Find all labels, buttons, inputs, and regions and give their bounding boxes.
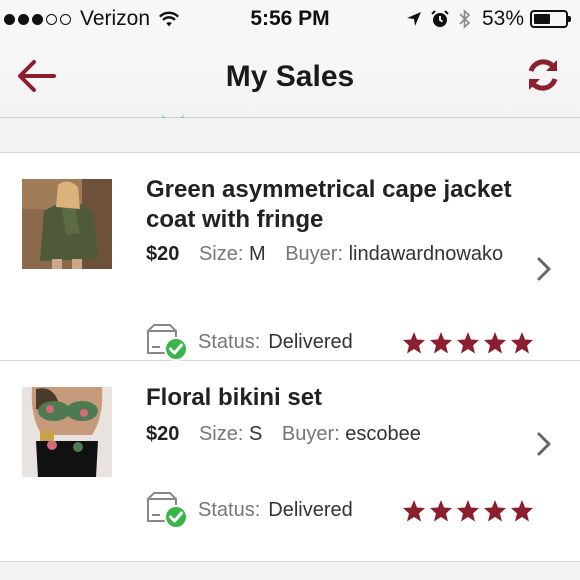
star-icon — [430, 500, 452, 522]
list-header-spacer — [0, 118, 580, 153]
refresh-icon[interactable] — [524, 56, 562, 94]
delivered-package-icon — [147, 492, 188, 529]
star-icon — [511, 332, 533, 354]
status-bar: Verizon 5:56 PM 53% — [0, 0, 580, 40]
buyer-label: Buyer: — [281, 423, 340, 445]
status-value: Delivered — [268, 498, 353, 521]
delivered-package-icon — [147, 324, 188, 361]
alarm-clock-icon — [431, 10, 449, 27]
sale-list-item[interactable]: Floral bikini set $20 Size: S Buyer: esc… — [0, 361, 580, 562]
item-price: $20 — [146, 423, 180, 445]
rating-stars — [399, 499, 534, 523]
product-thumbnail — [22, 387, 112, 477]
chevron-right-icon[interactable] — [536, 256, 552, 282]
star-icon — [403, 500, 425, 522]
status-icons: 53% — [398, 7, 571, 31]
item-details: $20 Size: M Buyer: lindawardnowako — [146, 243, 503, 266]
product-thumbnail — [22, 179, 112, 269]
status-label: Status: — [198, 498, 261, 521]
battery-percentage: 53% — [481, 7, 524, 30]
item-size: S — [248, 423, 263, 445]
sales-list: Green asymmetrical cape jacket coat with… — [0, 118, 580, 562]
star-icon — [457, 332, 479, 354]
status-line: Status: Delivered — [146, 491, 353, 529]
star-icon — [403, 332, 425, 354]
item-details: $20 Size: S Buyer: escobee — [146, 423, 421, 446]
sale-list-item[interactable]: Green asymmetrical cape jacket coat with… — [0, 153, 580, 361]
item-price: $20 — [146, 243, 180, 265]
bluetooth-icon — [459, 9, 471, 29]
location-arrow-icon — [406, 12, 421, 26]
chevron-right-icon[interactable] — [536, 431, 552, 457]
buyer-label: Buyer: — [285, 243, 344, 265]
item-size: M — [248, 243, 266, 265]
item-title: Green asymmetrical cape jacket coat with… — [146, 176, 512, 233]
status-label: Status: — [198, 330, 261, 353]
status-line: Status: Delivered — [146, 323, 353, 361]
size-label: Size: — [198, 423, 244, 445]
item-title: Floral bikini set — [146, 384, 323, 411]
star-icon — [430, 332, 452, 354]
buyer-username: escobee — [345, 423, 421, 445]
battery-icon — [530, 10, 571, 28]
page-title: My Sales — [225, 60, 355, 93]
buyer-username: lindawardnowako — [348, 243, 504, 265]
star-icon — [457, 500, 479, 522]
size-label: Size: — [198, 243, 244, 265]
star-icon — [484, 500, 506, 522]
status-value: Delivered — [268, 330, 353, 353]
nav-bar: My Sales — [0, 40, 580, 118]
star-icon — [484, 332, 506, 354]
rating-stars — [399, 331, 534, 355]
star-icon — [511, 500, 533, 522]
